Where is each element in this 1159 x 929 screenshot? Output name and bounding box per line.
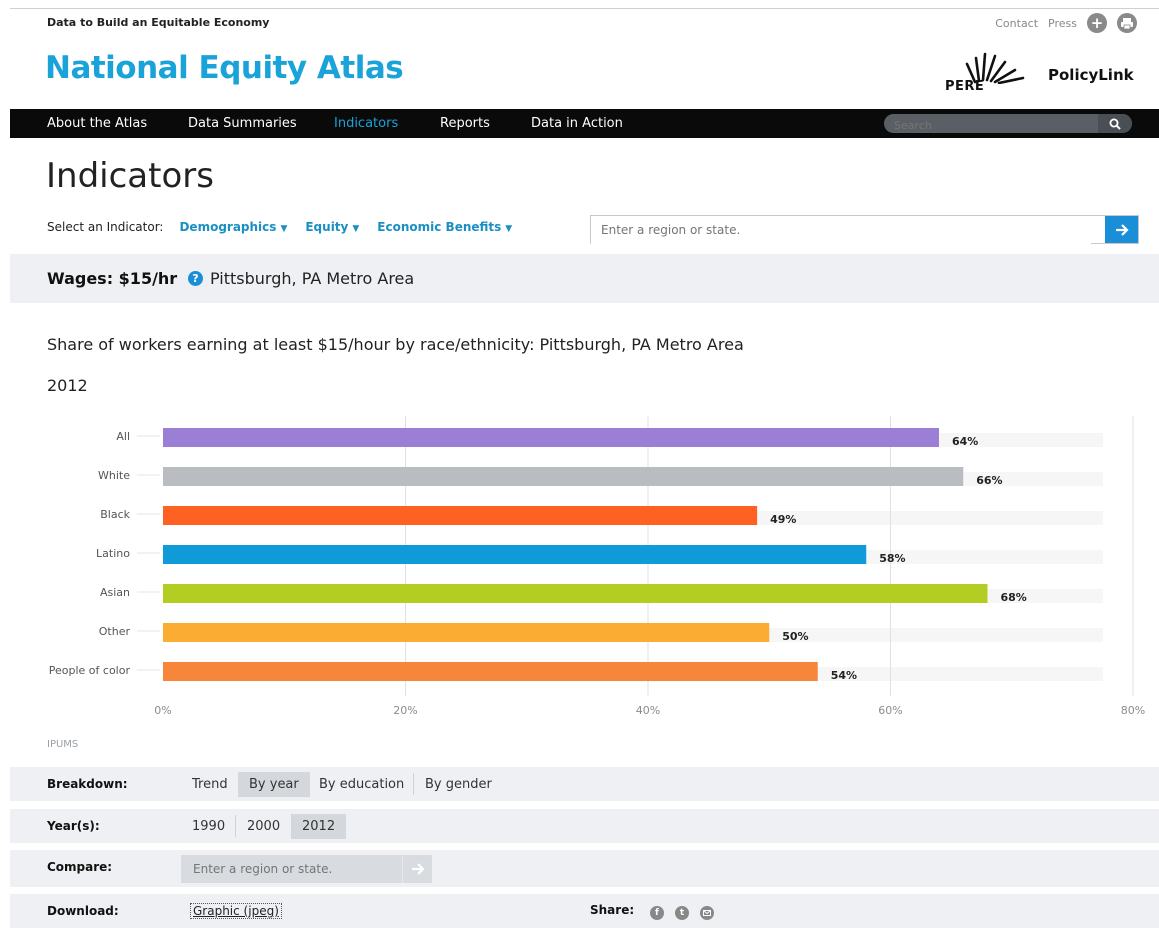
bar-chart: 0% 20% 40% 60% 80% All 64% White 66% Black 49% Lati…: [0, 400, 1159, 730]
caret-down-icon: ▼: [280, 224, 288, 234]
economic-benefits-dropdown[interactable]: Economic Benefits ▼: [377, 220, 512, 234]
download-graphic-link[interactable]: Graphic (jpeg): [190, 903, 282, 919]
data-source: IPUMS: [47, 739, 79, 750]
breakdown-label: Breakdown:: [47, 777, 128, 791]
value-label: 58%: [879, 552, 905, 565]
utility-links: Contact Press +: [995, 13, 1137, 33]
nav-item-data-summaries[interactable]: Data Summaries: [188, 116, 297, 131]
policylink-logo[interactable]: PolicyLink: [1048, 66, 1134, 84]
year-1990[interactable]: 1990: [181, 814, 236, 839]
breakdown-by-year[interactable]: By year: [238, 772, 310, 797]
select-indicator-label: Select an Indicator:: [47, 220, 164, 234]
bar[interactable]: [163, 545, 867, 564]
year-2012[interactable]: 2012: [291, 814, 347, 839]
download-row: Download: Graphic (jpeg) Share: f t: [10, 894, 1159, 928]
arrow-right-icon[interactable]: [1105, 216, 1138, 243]
years-label: Year(s):: [47, 819, 100, 833]
page-title: Indicators: [46, 156, 214, 196]
bar[interactable]: [163, 428, 939, 447]
email-icon[interactable]: [700, 906, 714, 920]
value-label: 66%: [976, 474, 1002, 487]
bar[interactable]: [163, 623, 770, 642]
category-label: Asian: [100, 586, 130, 599]
x-tick-label: 40%: [636, 704, 660, 717]
category-label: Other: [99, 625, 131, 638]
caret-down-icon: ▼: [352, 224, 360, 234]
arrow-right-icon[interactable]: [402, 855, 432, 883]
contact-link[interactable]: Contact: [995, 17, 1038, 30]
help-icon[interactable]: ?: [188, 271, 203, 286]
indicator-name: Wages: $15/hr: [47, 269, 178, 288]
bar-chart-svg: 0% 20% 40% 60% 80% All 64% White 66% Black 49% Lati…: [49, 416, 1145, 717]
twitter-icon[interactable]: t: [675, 906, 689, 920]
nav-search: [884, 114, 1132, 133]
nav-item-indicators[interactable]: Indicators: [334, 116, 398, 131]
value-label: 68%: [1001, 591, 1027, 604]
pere-logo[interactable]: PERE: [945, 50, 1030, 96]
nav-item-data-in-action[interactable]: Data in Action: [531, 116, 623, 131]
breakdown-by-gender[interactable]: By gender: [414, 772, 503, 797]
bar[interactable]: [163, 584, 988, 603]
x-tick-label: 0%: [154, 704, 171, 717]
value-label: 49%: [770, 513, 796, 526]
indicator-place: Pittsburgh, PA Metro Area: [210, 269, 415, 288]
equity-dropdown[interactable]: Equity ▼: [305, 220, 359, 234]
bar[interactable]: [163, 467, 964, 486]
indicator-header: Wages: $15/hr ? Pittsburgh, PA Metro Are…: [10, 254, 1159, 303]
site-tagline: Data to Build an Equitable Economy: [47, 16, 270, 29]
plus-icon[interactable]: +: [1087, 13, 1107, 33]
share-label: Share:: [590, 903, 635, 917]
nav-search-input[interactable]: [884, 116, 1104, 133]
x-tick-label: 60%: [878, 704, 902, 717]
nav-item-about[interactable]: About the Atlas: [47, 116, 147, 131]
pere-label: PERE: [945, 79, 985, 94]
value-label: 50%: [782, 630, 808, 643]
main-nav: About the Atlas Data Summaries Indicator…: [10, 109, 1159, 138]
years-row: Year(s): 1990 2000 2012: [10, 809, 1159, 843]
category-label: People of color: [49, 664, 131, 677]
print-icon[interactable]: [1117, 13, 1137, 33]
region-search-input[interactable]: [591, 216, 1091, 244]
value-label: 64%: [952, 435, 978, 448]
chart-year: 2012: [47, 376, 88, 395]
site-logo[interactable]: National Equity Atlas: [45, 50, 404, 86]
category-label: Latino: [96, 547, 130, 560]
caret-down-icon: ▼: [505, 224, 513, 234]
demographics-dropdown[interactable]: Demographics ▼: [179, 220, 287, 234]
x-tick-label: 80%: [1121, 704, 1145, 717]
compare-input[interactable]: [181, 855, 396, 883]
top-divider: [10, 8, 1159, 9]
value-label: 54%: [831, 669, 857, 682]
breakdown-row: Breakdown: Trend By year By education By…: [10, 767, 1159, 801]
category-label: Black: [100, 508, 130, 521]
download-label: Download:: [47, 904, 119, 918]
compare-row: Compare:: [10, 850, 1159, 887]
compare-field: [181, 855, 402, 883]
x-tick-label: 20%: [393, 704, 417, 717]
indicator-selector: Select an Indicator: Demographics ▼ Equit…: [47, 220, 530, 234]
region-search: [590, 215, 1139, 244]
year-2000[interactable]: 2000: [236, 814, 291, 839]
facebook-icon[interactable]: f: [650, 906, 664, 920]
category-label: White: [98, 469, 130, 482]
bar[interactable]: [163, 662, 818, 681]
category-label: All: [116, 430, 130, 443]
compare-label: Compare:: [47, 860, 113, 874]
press-link[interactable]: Press: [1048, 17, 1077, 30]
bar[interactable]: [163, 506, 758, 525]
search-icon[interactable]: [1098, 114, 1132, 133]
nav-item-reports[interactable]: Reports: [440, 116, 490, 131]
breakdown-trend[interactable]: Trend: [181, 772, 239, 797]
chart-title: Share of workers earning at least $15/ho…: [47, 335, 744, 354]
breakdown-by-education[interactable]: By education: [308, 772, 415, 797]
